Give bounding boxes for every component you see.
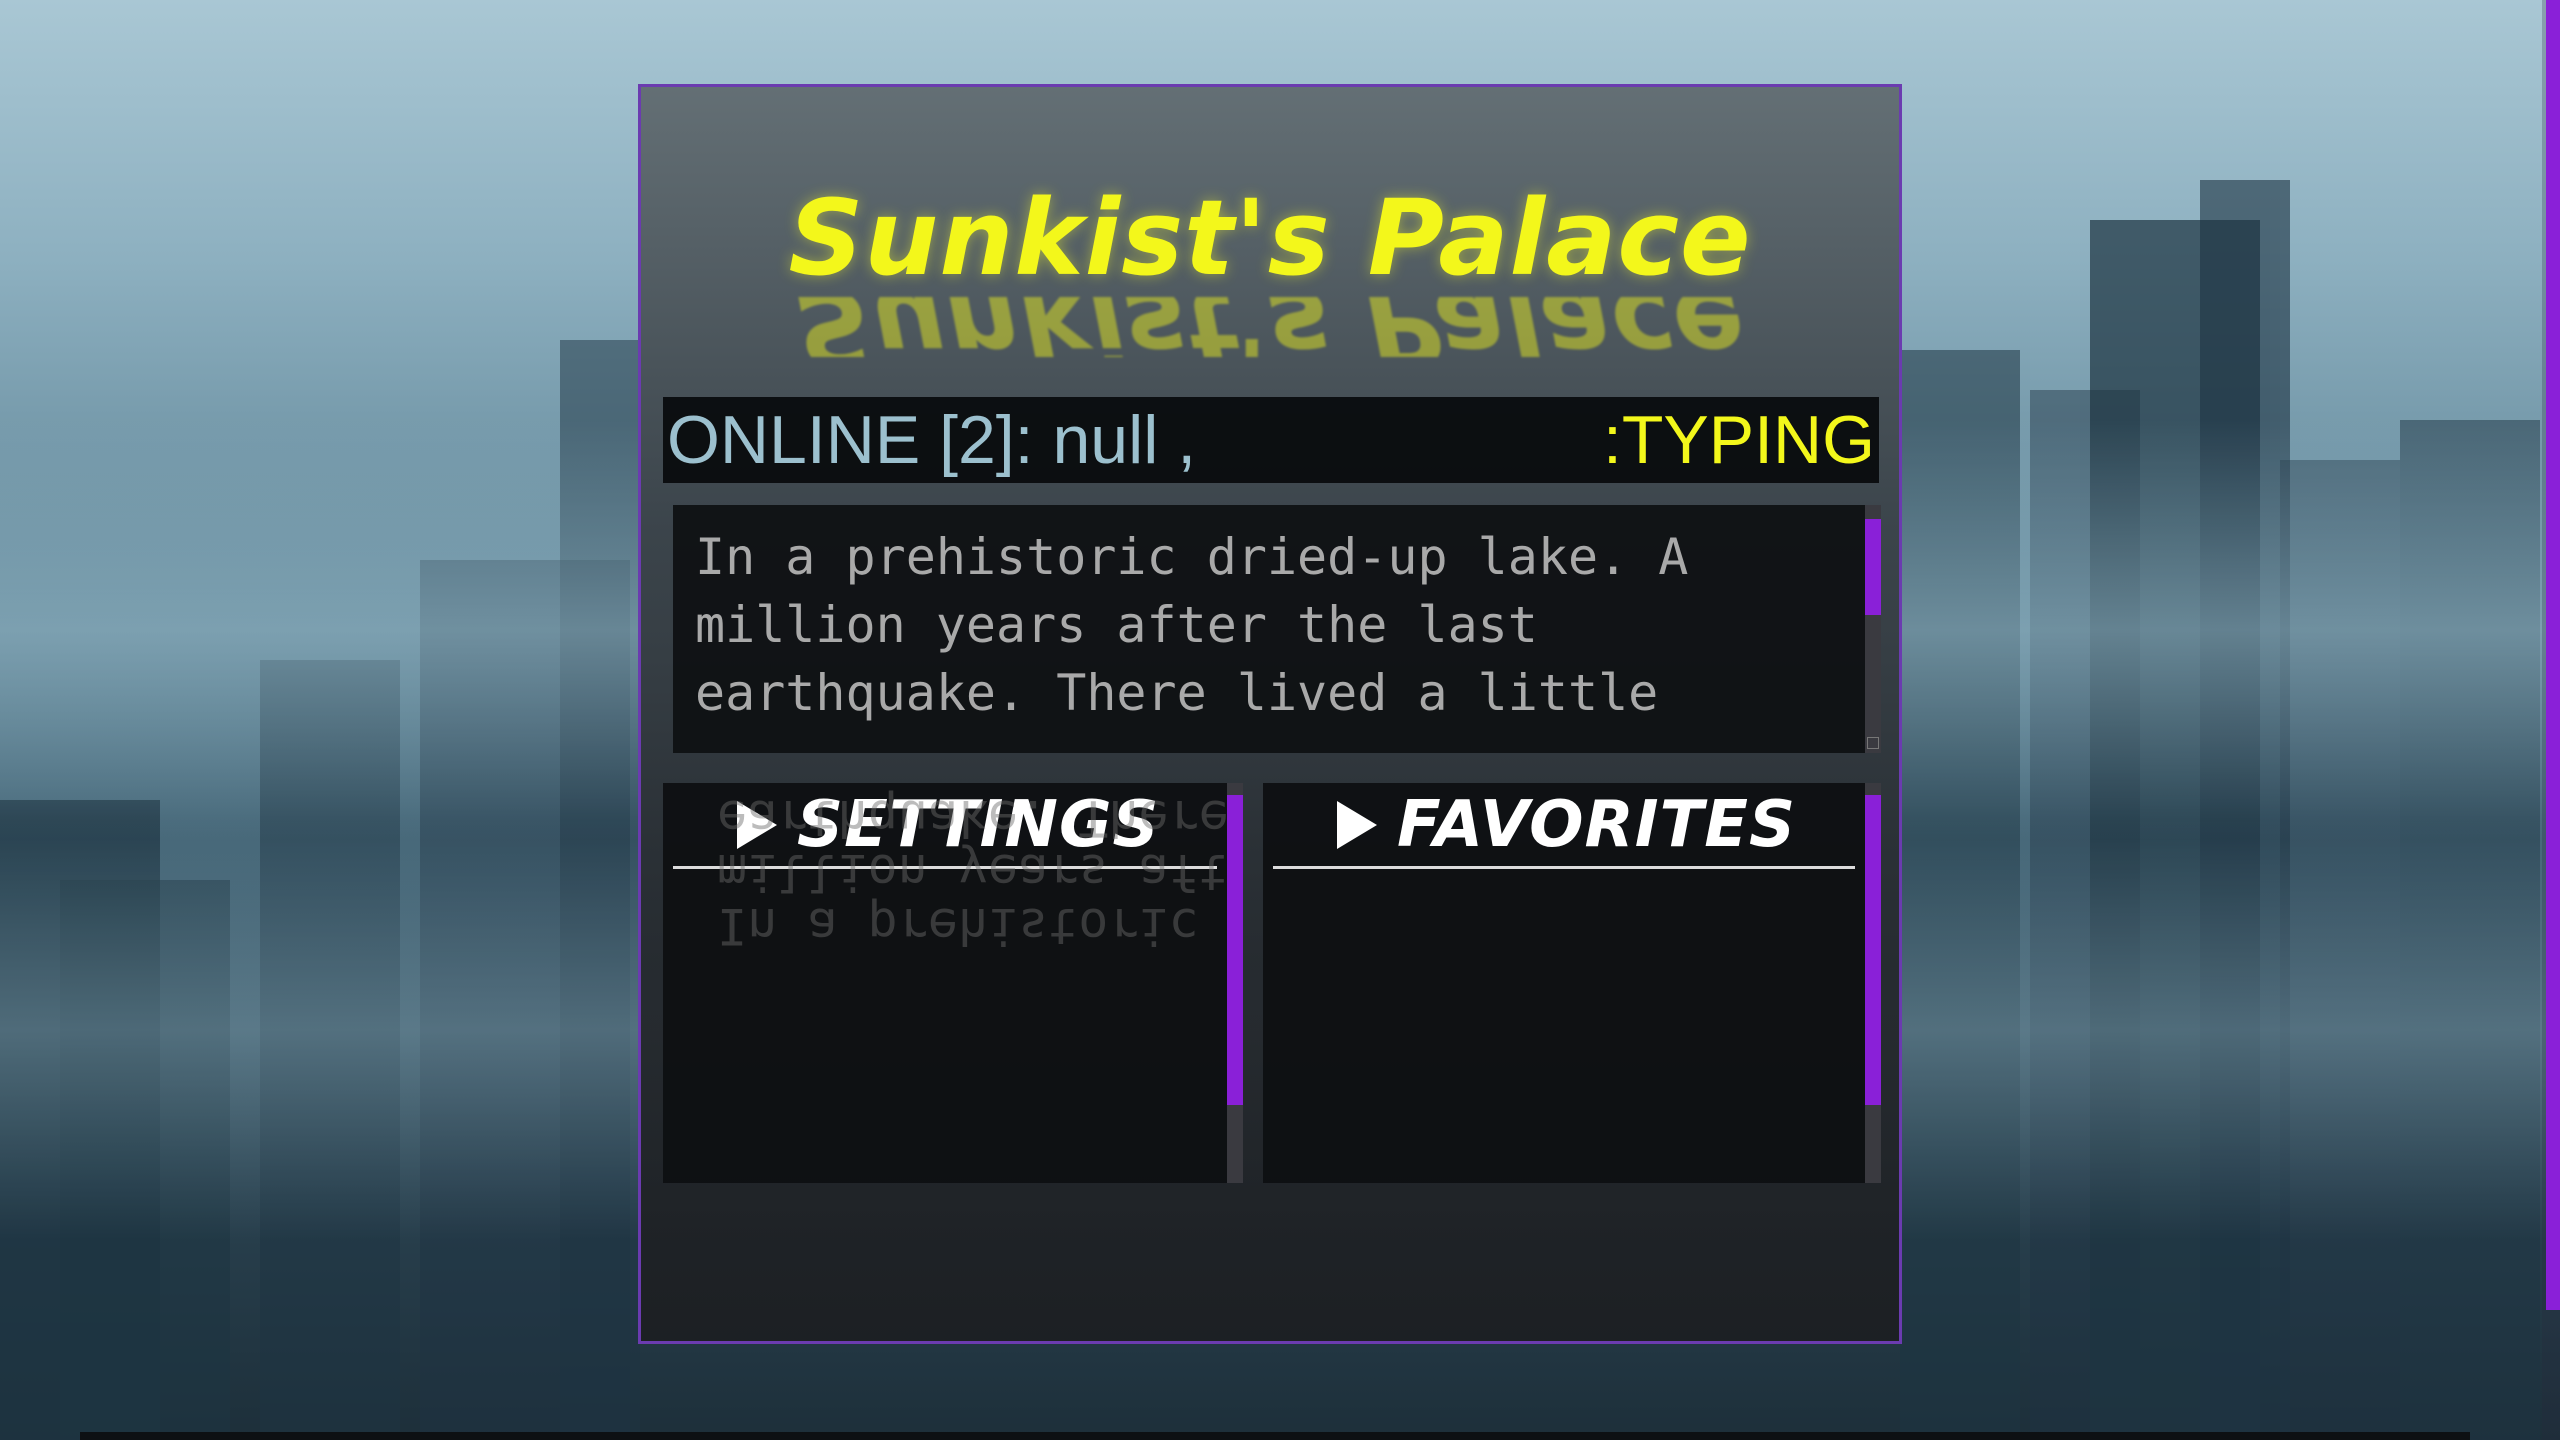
favorites-toggle[interactable]: FAVORITES [1273, 783, 1855, 869]
reflection-line: In a prehistoric dried-up lake. A [717, 897, 1243, 955]
status-bar: ONLINE [2]: null , :TYPING [663, 397, 1879, 483]
scroll-down-arrow-icon[interactable] [1867, 737, 1879, 749]
favorites-scrollbar[interactable] [1865, 783, 1881, 1183]
settings-panel: SETTINGS earthquake. There lived a littl… [663, 783, 1243, 1183]
favorites-label: FAVORITES [1397, 787, 1797, 862]
reflection-line: million years after the last [717, 843, 1243, 901]
page-title-reflection: Sunkist's Palace [641, 297, 1899, 357]
palace-panel: Sunkist's Palace Sunkist's Palace ONLINE… [638, 84, 1902, 1344]
play-triangle-icon [1337, 800, 1377, 849]
message-scrollbar-thumb[interactable] [1865, 519, 1881, 615]
settings-scrollbar[interactable] [1227, 783, 1243, 1183]
online-users-label: ONLINE [2]: null , [667, 402, 1197, 478]
bottom-edge-bar [80, 1432, 2470, 1440]
favorites-scrollbar-thumb[interactable] [1865, 795, 1881, 1105]
message-scrollbar[interactable] [1865, 505, 1881, 753]
message-box[interactable]: In a prehistoric dried-up lake. A millio… [673, 505, 1881, 753]
page-scrollbar-thumb[interactable] [2546, 0, 2560, 1310]
page-title: Sunkist's Palace [788, 177, 1752, 299]
page-scrollbar[interactable] [2542, 0, 2560, 1440]
typing-indicator: :TYPING [1602, 402, 1875, 478]
settings-scrollbar-thumb[interactable] [1227, 795, 1243, 1105]
favorites-panel: FAVORITES [1263, 783, 1881, 1183]
message-text: In a prehistoric dried-up lake. A millio… [695, 528, 1689, 722]
reflection-line: earthquake. There lived a little [717, 789, 1243, 847]
